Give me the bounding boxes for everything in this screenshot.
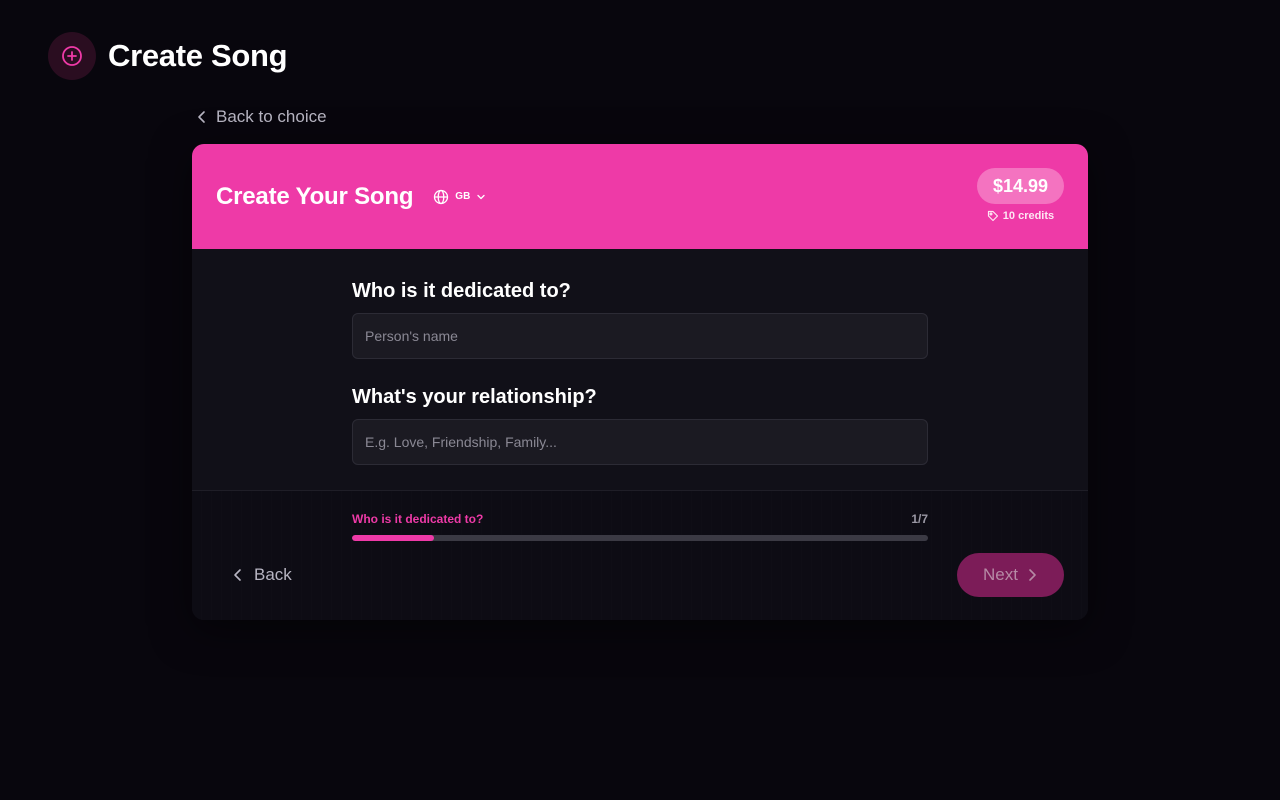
credits-label: 10 credits	[1002, 210, 1055, 222]
relationship-input[interactable]	[352, 419, 928, 465]
back-to-choice-label: Back to choice	[216, 107, 327, 126]
card-body: Who is it dedicated to? What's your rela…	[192, 249, 1088, 490]
progress-step-label: Who is it dedicated to?	[352, 512, 484, 526]
locale-select[interactable]: GB	[433, 189, 486, 205]
page-header: Create Song	[48, 32, 288, 80]
progress-step-count: 1/7	[911, 512, 928, 526]
back-to-choice-link[interactable]: Back to choice	[196, 106, 327, 128]
card-footer: Who is it dedicated to? 1/7 Back Next	[192, 490, 1088, 620]
question-dedicated-to: Who is it dedicated to?	[352, 280, 571, 302]
person-name-input[interactable]	[352, 313, 928, 359]
card-title: Create Your Song	[216, 182, 414, 210]
page-title: Create Song	[108, 38, 288, 73]
create-song-card: Create Your Song GB $14.99 10 credits Wh…	[192, 144, 1088, 620]
back-button[interactable]: Back	[232, 565, 292, 585]
globe-icon	[433, 189, 449, 205]
progress-bar	[352, 535, 928, 541]
chevron-right-icon	[1026, 568, 1038, 582]
chevron-left-icon	[196, 110, 208, 124]
plus-circle-icon	[48, 32, 96, 80]
chevron-left-icon	[232, 568, 244, 582]
next-button[interactable]: Next	[957, 553, 1064, 597]
back-button-label: Back	[254, 565, 292, 584]
price-badge: $14.99	[976, 168, 1064, 204]
price-block: $14.99 10 credits	[976, 168, 1064, 222]
tag-icon	[987, 210, 999, 222]
create-song-page: Create Song Back to choice Create Your S…	[0, 0, 1280, 800]
progress-bar-fill	[352, 535, 435, 541]
credits-info: 10 credits	[987, 210, 1054, 222]
next-button-label: Next	[983, 565, 1018, 584]
chevron-down-icon	[476, 193, 486, 201]
locale-value: GB	[455, 191, 471, 202]
question-relationship: What's your relationship?	[352, 386, 597, 408]
card-header: Create Your Song GB $14.99 10 credits	[192, 144, 1088, 249]
